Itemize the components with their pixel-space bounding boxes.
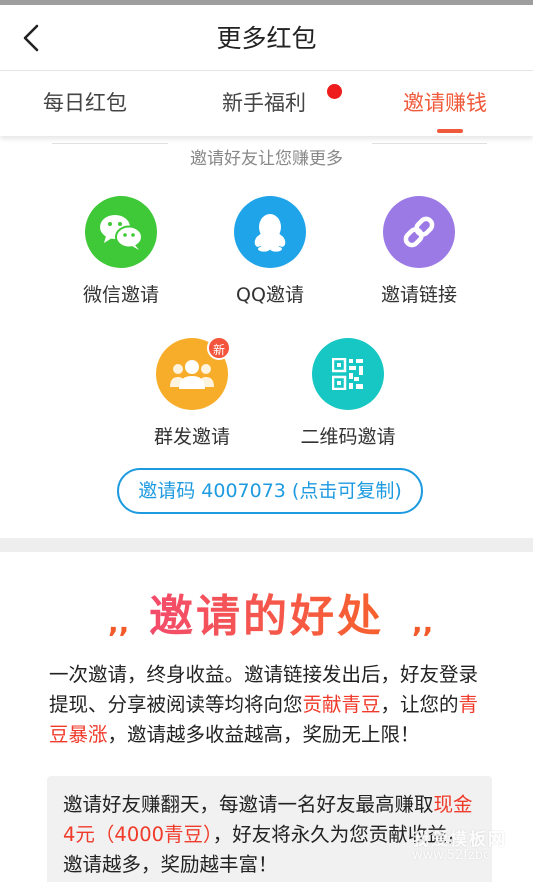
invite-code-copy-button[interactable]: 邀请码 4007073 (点击可复制) xyxy=(117,468,423,514)
qq-invite-button[interactable]: QQ邀请 xyxy=(210,196,330,307)
tab-bar: 每日红包 新手福利 邀请赚钱 xyxy=(0,72,533,136)
benefits-text-part: ，让您的 xyxy=(380,693,459,716)
qrcode-invite-button[interactable]: 二维码邀请 xyxy=(288,338,408,449)
benefits-title: 邀请的好处 xyxy=(149,591,384,642)
watermark: 我爱模板网 www.52fzbc xyxy=(412,832,533,864)
header: 更多红包 xyxy=(0,5,533,71)
decoration-right: ,, xyxy=(412,606,434,639)
group-invite-button[interactable]: 新 群发邀请 xyxy=(132,336,252,449)
benefits-text-part: ，邀请越多收益越高，奖励无上限！ xyxy=(107,723,420,746)
tab-newbie-welfare[interactable]: 新手福利 xyxy=(222,87,306,117)
wechat-invite-label: 微信邀请 xyxy=(82,284,159,306)
tab-daily-redpacket[interactable]: 每日红包 xyxy=(43,87,127,117)
benefits-title-wrap: 邀请的好处 xyxy=(0,580,533,642)
qq-invite-label: QQ邀请 xyxy=(236,284,304,306)
invite-section-header: 邀请好友让您赚更多 xyxy=(0,138,533,178)
watermark-line2: www.52fzbc xyxy=(412,848,491,863)
wechat-icon xyxy=(85,196,157,268)
qrcode-icon xyxy=(312,338,384,410)
qq-penguin-icon xyxy=(234,196,306,268)
notification-dot xyxy=(327,84,342,99)
tab-invite-earn[interactable]: 邀请赚钱 xyxy=(403,87,487,117)
page-title: 更多红包 xyxy=(216,24,317,53)
active-tab-indicator xyxy=(437,129,463,133)
invite-subtitle: 邀请好友让您赚更多 xyxy=(190,149,343,169)
section-separator xyxy=(0,538,533,552)
invite-link-label: 邀请链接 xyxy=(380,284,457,306)
link-icon xyxy=(383,196,455,268)
watermark-line1: 我爱模板网 xyxy=(412,830,507,850)
qrcode-invite-label: 二维码邀请 xyxy=(300,426,396,448)
new-badge: 新 xyxy=(207,336,231,360)
highlight-contribute-beans: 贡献青豆 xyxy=(302,693,381,716)
invite-link-button[interactable]: 邀请链接 xyxy=(359,196,479,307)
reward-callout: 邀请好友赚翻天，每邀请一名好友最高赚取现金4元（4000青豆），好友将永久为您贡… xyxy=(47,776,492,882)
wechat-invite-button[interactable]: 微信邀请 xyxy=(61,196,181,307)
callout-text-part: 邀请好友赚翻天，每邀请一名好友最高赚取 xyxy=(63,793,434,816)
group-invite-label: 群发邀请 xyxy=(153,426,230,448)
group-icon: 新 xyxy=(156,336,231,410)
benefits-paragraph: 一次邀请，终身收益。邀请链接发出后，好友登录提现、分享被阅读等均将向您贡献青豆，… xyxy=(49,660,495,750)
